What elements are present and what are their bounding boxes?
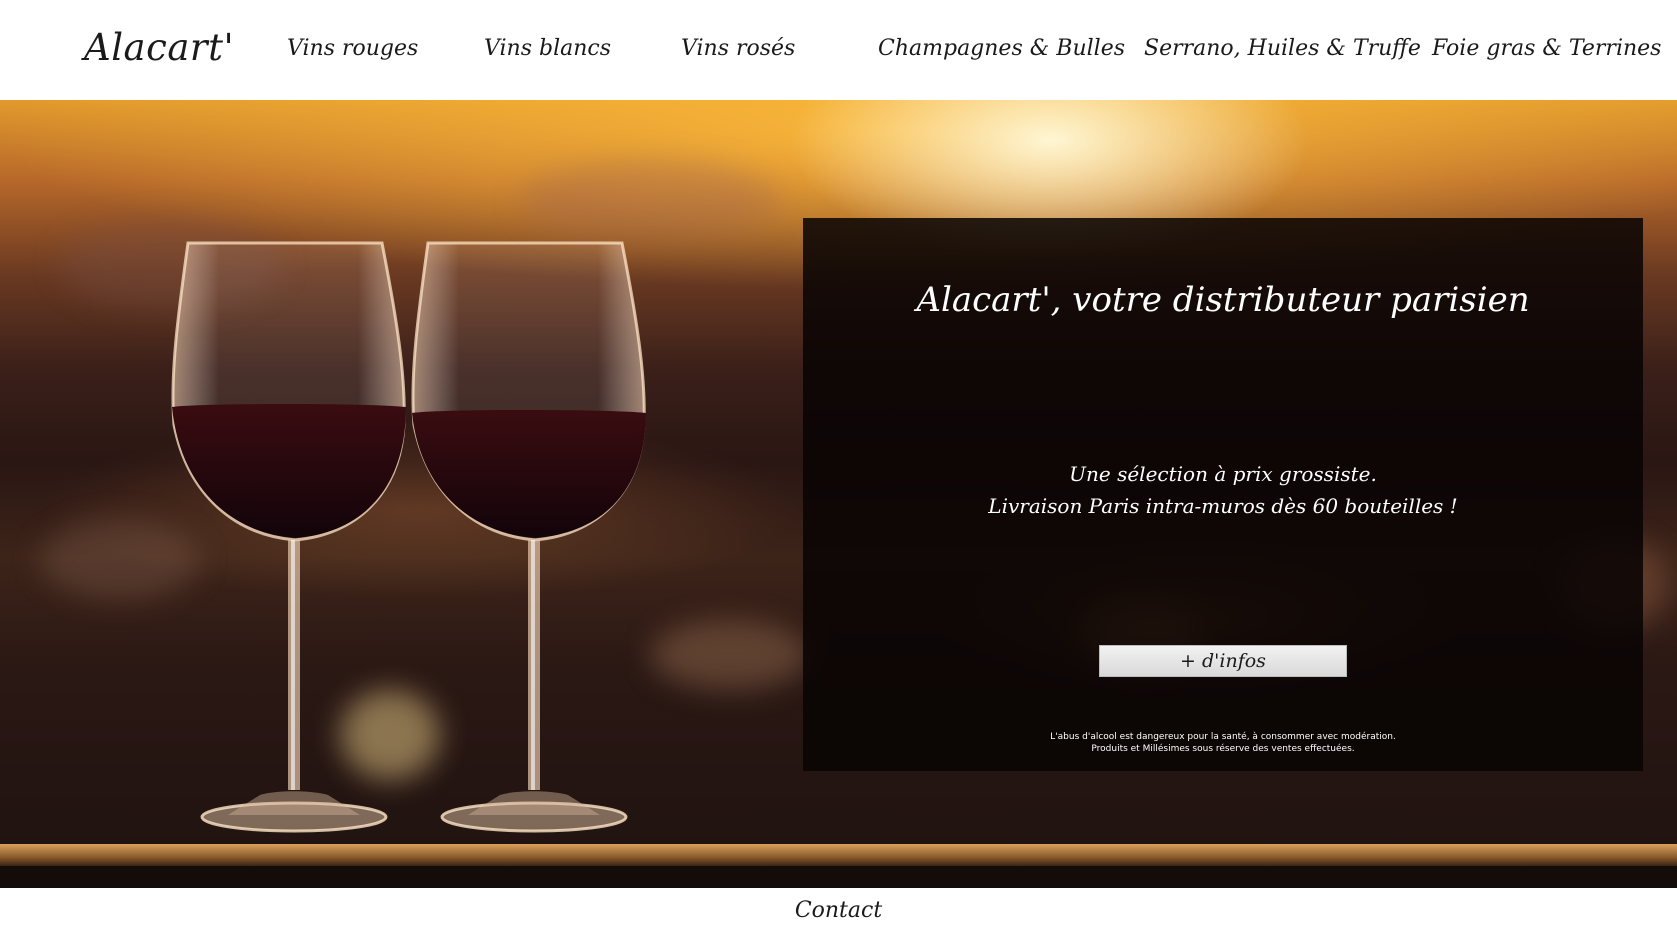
bokeh-light	[520, 160, 780, 240]
wooden-ledge	[0, 844, 1677, 866]
legal-line-2: Produits et Millésimes sous réserve des …	[1091, 744, 1355, 754]
nav-item-vins-blancs[interactable]: Vins blancs	[484, 36, 611, 61]
nav-item-champagnes-bulles[interactable]: Champagnes & Bulles	[878, 36, 1125, 61]
panel-title: Alacart', votre distributeur parisien	[916, 280, 1530, 320]
site-footer: Contact	[0, 888, 1677, 936]
info-panel: Alacart', votre distributeur parisien Un…	[803, 218, 1643, 771]
contact-link[interactable]: Contact	[0, 898, 1677, 923]
nav-item-vins-roses[interactable]: Vins rosés	[681, 36, 795, 61]
tagline-line-2: Livraison Paris intra-muros dès 60 boute…	[988, 494, 1458, 518]
tagline-line-1: Une sélection à prix grossiste.	[1069, 462, 1377, 486]
wine-glass-right	[411, 241, 646, 833]
bokeh-light	[650, 620, 810, 690]
legal-line-1: L'abus d'alcool est dangereux pour la sa…	[1050, 732, 1396, 742]
legal-notice: L'abus d'alcool est dangereux pour la sa…	[803, 731, 1643, 755]
nav-item-vins-rouges[interactable]: Vins rouges	[287, 36, 418, 61]
wine-glass-left	[171, 241, 406, 833]
nav-item-serrano-huiles-truffe[interactable]: Serrano, Huiles & Truffe	[1144, 36, 1421, 61]
more-info-button[interactable]: + d'infos	[1099, 645, 1347, 677]
nav-item-foie-gras-terrines[interactable]: Foie gras & Terrines	[1432, 36, 1661, 61]
ledge-shadow	[0, 866, 1677, 888]
panel-tagline: Une sélection à prix grossiste. Livraiso…	[803, 458, 1643, 522]
site-logo[interactable]: Alacart'	[84, 26, 234, 69]
site-header: Alacart' Vins rouges Vins blancs Vins ro…	[0, 0, 1677, 100]
hero-banner: Alacart', votre distributeur parisien Un…	[0, 100, 1677, 888]
